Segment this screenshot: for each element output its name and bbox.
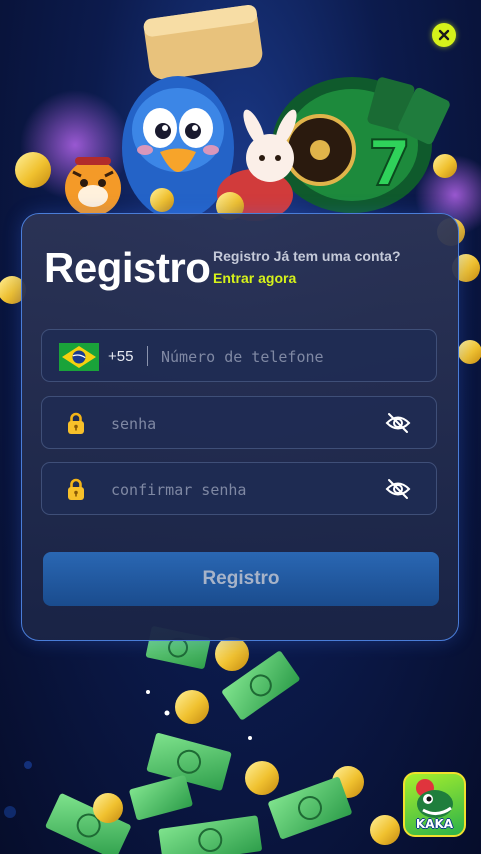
login-prompt: Registro Já tem uma conta? [213, 248, 401, 264]
eye-off-icon[interactable] [385, 411, 411, 435]
brazil-flag-icon[interactable] [59, 343, 99, 371]
phone-input[interactable] [159, 330, 423, 383]
phone-field[interactable]: +55 [41, 329, 437, 383]
eye-off-icon[interactable] [385, 477, 411, 501]
register-button[interactable]: Registro [43, 552, 439, 606]
confirm-password-input[interactable] [109, 463, 373, 516]
field-divider [147, 346, 148, 366]
page-title: Registro [44, 244, 211, 291]
app-badge-label: KAKA [415, 817, 454, 831]
svg-text:7: 7 [368, 127, 411, 200]
confirm-password-field[interactable] [41, 462, 437, 516]
close-icon [438, 29, 450, 41]
app-badge[interactable]: KAKA [403, 772, 466, 837]
close-button[interactable] [432, 23, 456, 47]
password-field[interactable] [41, 396, 437, 450]
lock-icon [68, 478, 84, 500]
country-code[interactable]: +55 [108, 348, 133, 365]
lock-icon [68, 412, 84, 434]
login-link[interactable]: Entrar agora [213, 270, 296, 286]
register-panel: Registro Registro Já tem uma conta? Entr… [21, 213, 459, 641]
password-input[interactable] [109, 397, 373, 450]
